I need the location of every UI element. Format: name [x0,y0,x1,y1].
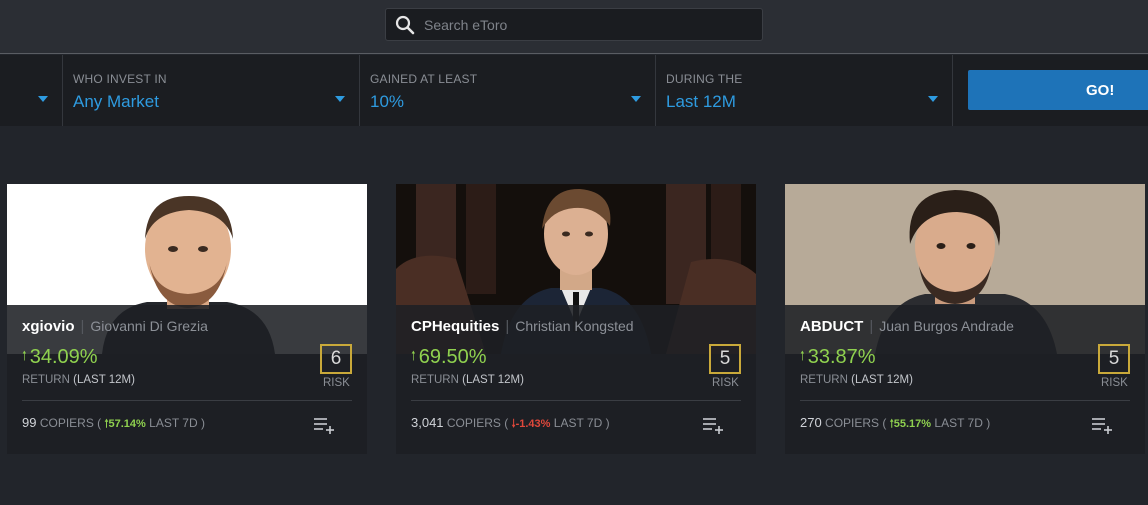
search-icon [395,15,415,34]
filter-dropdown-first[interactable] [0,55,63,126]
copiers-period: LAST 7D ) [553,416,610,430]
filter-period-value: Last 12M [666,92,736,111]
copiers-change: -1.43% [515,418,551,430]
filter-period-label: DURING THE [666,72,743,86]
filter-market-label: WHO INVEST IN [73,72,167,86]
filter-gain-value: 10% [370,92,405,111]
return-label: RETURN [800,374,848,386]
top-bar [0,0,1148,54]
risk-label: RISK [712,377,739,389]
name-separator: | [869,318,874,335]
investor-full-name: Giovanni Di Grezia [90,318,208,334]
investor-card[interactable]: ABDUCT | Juan Burgos Andrade 🠑 33.87% RETUR… [785,184,1145,454]
return-label: RETURN [22,374,70,386]
return-period: (LAST 12M) [462,374,524,386]
search-box[interactable] [385,8,763,41]
arrow-up-icon: 🠑 [22,347,27,363]
filter-period-dropdown[interactable]: DURING THE Last 12M [656,55,953,126]
copiers-label: COPIERS ( [825,416,887,430]
chevron-down-icon [928,96,938,102]
investor-full-name: Christian Kongsted [515,318,634,334]
risk-label: RISK [323,377,350,389]
copiers-count: 270 [800,415,822,430]
chevron-down-icon [38,96,48,102]
chevron-down-icon [335,96,345,102]
risk-score: 6 [320,344,352,374]
copiers-change: 57.14% [108,418,146,430]
go-button[interactable]: GO! [968,70,1148,110]
return-percent: 33.87% [807,346,876,368]
card-divider [800,400,1130,401]
investor-card[interactable]: xgiovio | Giovanni Di Grezia 🠑 34.09% RETUR… [7,184,367,454]
copiers-period: LAST 7D ) [149,416,205,430]
return-label: RETURN [411,374,459,386]
add-to-watchlist-icon[interactable] [702,416,724,434]
copiers-info: 3,041 COPIERS ( 🠓-1.43% LAST 7D ) [411,415,610,434]
return-percent: 34.09% [29,346,98,368]
copiers-count: 3,041 [411,415,444,430]
chevron-down-icon [631,96,641,102]
copiers-label: COPIERS ( [446,416,509,430]
name-separator: | [80,318,85,335]
add-to-watchlist-icon[interactable] [1091,416,1113,434]
add-to-watchlist-icon[interactable] [313,416,335,434]
filter-gain-label: GAINED AT LEAST [370,72,478,86]
risk-label: RISK [1101,377,1128,389]
card-divider [22,400,352,401]
search-input[interactable] [424,16,744,33]
return-value: 🠑 34.09% [22,346,98,369]
risk-score: 5 [1098,344,1130,374]
name-separator: | [505,318,510,335]
investor-card[interactable]: CPHequities | Christian Kongsted 🠑 69.50% R… [396,184,756,454]
copiers-info: 270 COPIERS ( 🠑55.17% LAST 7D ) [800,415,990,434]
copiers-period: LAST 7D ) [934,416,991,430]
return-value: 🠑 69.50% [411,346,487,369]
copiers-count: 99 [22,415,37,430]
return-value: 🠑 33.87% [800,346,876,369]
return-percent: 69.50% [418,346,487,368]
arrow-up-icon: 🠑 [800,347,805,363]
filter-bar: WHO INVEST IN Any Market GAINED AT LEAST… [0,55,1148,126]
return-period: (LAST 12M) [851,374,913,386]
return-period: (LAST 12M) [73,374,135,386]
filter-market-value: Any Market [73,92,159,111]
filter-market-dropdown[interactable]: WHO INVEST IN Any Market [63,55,360,126]
copiers-change: 55.17% [893,418,932,430]
investor-username[interactable]: CPHequities [411,318,499,335]
copiers-info: 99 COPIERS ( 🠑57.14% LAST 7D ) [22,415,205,434]
arrow-up-icon: 🠑 [411,347,416,363]
investor-full-name: Juan Burgos Andrade [879,318,1014,334]
card-divider [411,400,741,401]
copiers-label: COPIERS ( [39,416,102,430]
risk-score: 5 [709,344,741,374]
investor-username[interactable]: xgiovio [22,318,75,335]
filter-gain-dropdown[interactable]: GAINED AT LEAST 10% [360,55,656,126]
investor-username[interactable]: ABDUCT [800,318,863,335]
